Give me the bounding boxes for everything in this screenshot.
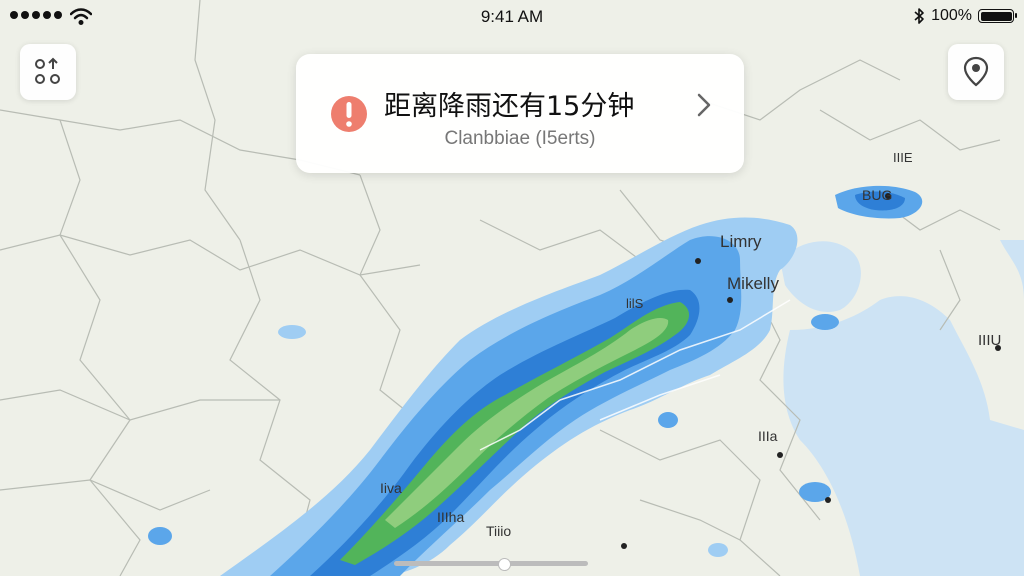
status-time: 9:41 AM <box>480 7 544 26</box>
layers-icon <box>35 57 60 84</box>
radar-cell-west <box>278 325 306 339</box>
map-label-ilu: IIIU <box>978 332 1002 349</box>
location-pin-icon <box>963 56 989 87</box>
map-label-liva: Iiva <box>380 480 402 496</box>
timeline-scrubber-track[interactable] <box>394 561 588 566</box>
alert-subtitle: Clanbbiae (I5erts) <box>444 128 596 149</box>
alert-title: 距离降雨还有15分钟 <box>384 91 635 122</box>
map-label-tiio: Tiiio <box>486 523 512 539</box>
radar-cell-center <box>658 412 678 428</box>
battery-icon <box>978 9 1017 23</box>
layers-button[interactable] <box>20 44 76 100</box>
radar-cell-east <box>811 314 839 330</box>
map-label-bug: BUG <box>862 187 893 203</box>
status-right: 100% <box>913 7 1017 25</box>
status-bar: 9:41 AM 100% <box>0 0 1024 34</box>
map-label-liis: lilS <box>626 296 644 311</box>
map-label-mikelly: Mikelly <box>727 274 779 293</box>
battery-fill <box>980 11 1012 21</box>
map-label-limry: Limry <box>720 232 762 251</box>
radar-cell-south <box>708 543 728 557</box>
radar-cell-southwest <box>148 527 172 545</box>
location-button[interactable] <box>948 44 1004 100</box>
rain-alert-card[interactable]: 距离降雨还有15分钟 Clanbbiae (I5erts) <box>296 54 744 173</box>
map-label-iiha: IIIa <box>758 428 778 444</box>
map-label-iiie: IIIE <box>893 150 913 165</box>
chevron-right-icon[interactable] <box>696 92 712 118</box>
bluetooth-icon <box>914 8 924 24</box>
map-label-iiiha: IIIha <box>437 509 465 525</box>
timeline-scrubber-knob[interactable] <box>498 558 511 571</box>
battery-percent: 100% <box>931 7 972 24</box>
